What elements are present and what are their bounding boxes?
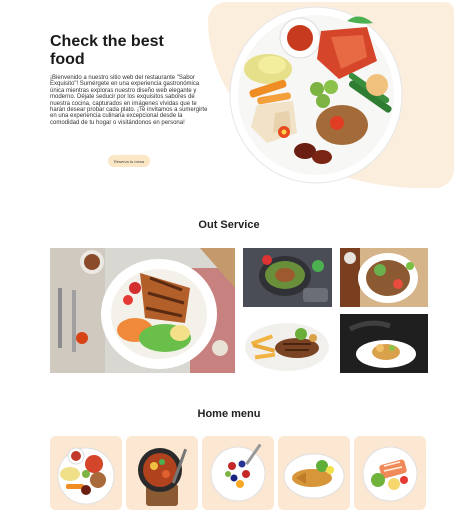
steak-fries-photo [243,314,332,373]
beef-salad-photo [340,248,428,307]
services-title: Out Service [198,219,260,231]
menu-item-fried-fish[interactable] [278,436,350,510]
salad-bowl-photo [243,248,332,307]
grilled-chicken-salad-photo [50,248,235,373]
menu-item-salmon-plate[interactable] [354,436,426,510]
hero-section: Check the best food ¡Bienvenido a nuestr… [0,0,458,200]
hero-title: Check the best food [50,33,164,68]
home-menu-title: Home menu [197,408,261,420]
menu-item-skillet-dish[interactable] [126,436,198,510]
menu-item-berry-salad[interactable] [202,436,274,510]
hero-description: ¡Bienvenido a nuestro sitio web del rest… [50,75,208,126]
menu-item-mixed-plate[interactable] [50,436,122,510]
reserve-button[interactable]: Reserva tu mesa [108,155,150,167]
hero-food-plate-image [227,3,405,185]
plated-dish-dark-photo [340,314,428,373]
